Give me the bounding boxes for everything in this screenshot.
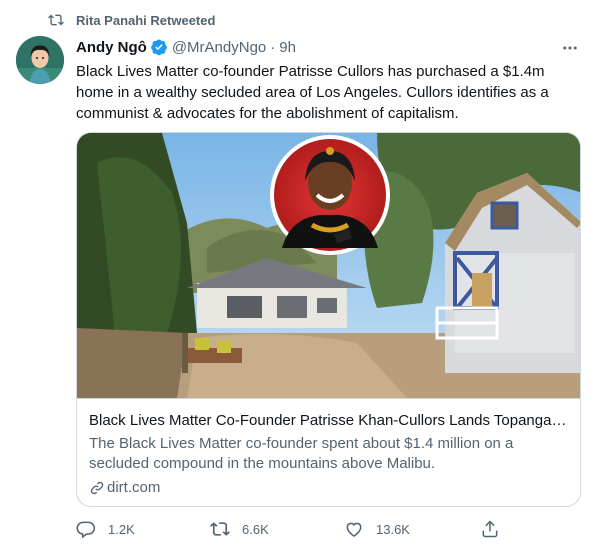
card-title[interactable]: Black Lives Matter Co-Founder Patrisse K… bbox=[89, 411, 569, 431]
more-icon bbox=[563, 46, 577, 50]
card-description: The Black Lives Matter co-founder spent … bbox=[89, 435, 514, 472]
reply-icon bbox=[76, 521, 96, 539]
card-image bbox=[77, 133, 580, 399]
avatar-image bbox=[16, 36, 64, 84]
like-icon bbox=[346, 522, 362, 537]
share-button[interactable] bbox=[480, 515, 512, 543]
verified-badge-icon bbox=[150, 39, 167, 56]
card-body: Black Lives Matter Co-Founder Patrisse K… bbox=[89, 411, 569, 498]
reply-button[interactable]: 1.2K bbox=[76, 515, 135, 543]
like-count: 13.6K bbox=[376, 521, 410, 537]
tweet-timestamp[interactable]: 9h bbox=[279, 39, 296, 56]
avatar[interactable] bbox=[16, 36, 64, 84]
retweet-count: 6.6K bbox=[242, 521, 269, 537]
retweet-label: Rita Panahi Retweeted bbox=[76, 12, 216, 28]
author-name[interactable]: Andy Ngô bbox=[76, 39, 147, 56]
tweet-actions: 1.2K 6.6K 13.6K bbox=[76, 515, 498, 543]
share-icon bbox=[482, 520, 498, 538]
separator-dot: · bbox=[270, 38, 276, 56]
card-domain-text: dirt.com bbox=[107, 479, 161, 496]
card-domain: dirt.com bbox=[89, 478, 569, 498]
tweet-text: Black Lives Matter co-founder Patrisse C… bbox=[76, 63, 549, 122]
retweet-context[interactable]: Rita Panahi Retweeted bbox=[48, 10, 215, 30]
card-photo bbox=[77, 133, 580, 398]
like-button[interactable]: 13.6K bbox=[344, 515, 410, 543]
tweet-header: Andy Ngô @MrAndyNgo · 9h bbox=[76, 36, 296, 58]
retweet-button[interactable]: 6.6K bbox=[210, 515, 269, 543]
retweet-icon bbox=[210, 522, 230, 536]
link-card[interactable]: Black Lives Matter Co-Founder Patrisse K… bbox=[76, 132, 581, 507]
reply-count: 1.2K bbox=[108, 521, 135, 537]
retweet-icon bbox=[48, 14, 64, 26]
more-options-button[interactable] bbox=[560, 38, 580, 58]
author-handle[interactable]: @MrAndyNgo bbox=[172, 39, 266, 56]
link-icon bbox=[90, 481, 104, 495]
